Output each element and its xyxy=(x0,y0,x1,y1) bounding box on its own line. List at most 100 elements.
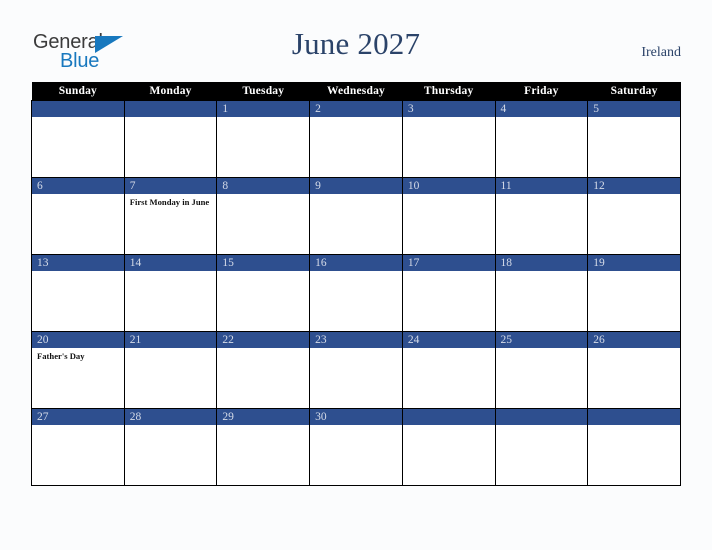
day-cell-inner: 19 xyxy=(588,255,680,331)
calendar-week-row: 6 7 First Monday in June 8 9 10 11 12 xyxy=(31,177,681,255)
day-cell-inner: 3 xyxy=(402,101,495,177)
day-cell-inner: 16 xyxy=(310,255,402,331)
calendar-day-cell[interactable]: 25 xyxy=(494,331,589,409)
calendar-day-cell[interactable]: 6 xyxy=(31,177,125,255)
day-cell-inner: 13 xyxy=(32,255,124,331)
day-number: 14 xyxy=(124,255,217,271)
day-number: 28 xyxy=(124,409,217,425)
weekday-header-wednesday: Wednesday xyxy=(309,82,403,101)
calendar-week-row: 13 14 15 16 17 18 19 xyxy=(31,254,681,332)
calendar-day-cell[interactable]: 30 xyxy=(309,408,403,486)
day-cell-inner: 2 xyxy=(310,101,402,177)
day-cell-inner: 5 xyxy=(588,101,680,177)
day-number: 21 xyxy=(124,332,217,348)
calendar-day-cell[interactable]: 16 xyxy=(309,254,403,332)
calendar-day-cell[interactable] xyxy=(494,408,589,486)
weekday-header-monday: Monday xyxy=(124,82,217,101)
calendar-day-cell[interactable] xyxy=(31,100,125,178)
calendar-day-cell[interactable]: 18 xyxy=(494,254,589,332)
calendar-day-cell[interactable]: 21 xyxy=(123,331,218,409)
day-number: 1 xyxy=(217,101,310,117)
calendar-day-cell[interactable]: 8 xyxy=(216,177,311,255)
calendar-day-cell[interactable]: 22 xyxy=(216,331,311,409)
day-number: 29 xyxy=(217,409,310,425)
day-cell-inner xyxy=(588,409,680,485)
calendar-day-cell[interactable]: 14 xyxy=(123,254,218,332)
day-cell-inner xyxy=(402,409,495,485)
weekday-header-thursday: Thursday xyxy=(402,82,496,101)
calendar-page: General Blue June 2027 Ireland Sunday Mo… xyxy=(0,0,712,550)
day-number: 3 xyxy=(402,101,495,117)
day-cell-inner xyxy=(495,409,588,485)
day-cell-inner: 25 xyxy=(495,332,588,408)
calendar-day-cell[interactable]: 4 xyxy=(494,100,589,178)
day-number: 30 xyxy=(310,409,402,425)
calendar-day-cell[interactable] xyxy=(587,408,681,486)
day-number: 7 xyxy=(124,178,217,194)
calendar-day-cell[interactable]: 26 xyxy=(587,331,681,409)
calendar-head: Sunday Monday Tuesday Wednesday Thursday… xyxy=(31,82,681,101)
day-cell-inner: 10 xyxy=(402,178,495,254)
day-cell-inner: 12 xyxy=(588,178,680,254)
calendar-day-cell[interactable]: 15 xyxy=(216,254,311,332)
calendar-day-cell[interactable]: 10 xyxy=(401,177,496,255)
calendar-day-cell[interactable]: 13 xyxy=(31,254,125,332)
day-cell-inner: 27 xyxy=(32,409,124,485)
day-event-label: Father's Day xyxy=(37,351,85,361)
day-cell-inner: 11 xyxy=(495,178,588,254)
day-number: 10 xyxy=(402,178,495,194)
day-number: 13 xyxy=(32,255,124,271)
day-number: 16 xyxy=(310,255,402,271)
calendar-day-cell[interactable]: 19 xyxy=(587,254,681,332)
day-cell-inner: 4 xyxy=(495,101,588,177)
calendar-day-cell[interactable]: 12 xyxy=(587,177,681,255)
day-cell-inner: 9 xyxy=(310,178,402,254)
day-cell-inner: 1 xyxy=(217,101,310,177)
calendar-day-cell[interactable]: 2 xyxy=(309,100,403,178)
day-number: 19 xyxy=(588,255,680,271)
calendar-day-cell[interactable] xyxy=(401,408,496,486)
day-cell-inner: 8 xyxy=(217,178,310,254)
day-number: 17 xyxy=(402,255,495,271)
calendar-day-cell[interactable]: 9 xyxy=(309,177,403,255)
day-cell-inner: 18 xyxy=(495,255,588,331)
calendar-day-cell[interactable]: 28 xyxy=(123,408,218,486)
day-number: 24 xyxy=(402,332,495,348)
calendar-day-cell[interactable]: 1 xyxy=(216,100,311,178)
page-title: June 2027 xyxy=(291,26,421,61)
day-cell-inner: 7 First Monday in June xyxy=(124,178,217,254)
day-number xyxy=(124,101,217,117)
calendar-day-cell[interactable]: 27 xyxy=(31,408,125,486)
day-number: 9 xyxy=(310,178,402,194)
day-events: Father's Day xyxy=(32,348,124,362)
day-number: 18 xyxy=(495,255,588,271)
calendar-day-cell[interactable] xyxy=(123,100,218,178)
weekday-header-row: Sunday Monday Tuesday Wednesday Thursday… xyxy=(31,82,681,101)
day-cell-inner: 30 xyxy=(310,409,402,485)
calendar-week-row: 20 Father's Day 21 22 23 24 25 26 xyxy=(31,331,681,409)
day-cell-inner xyxy=(32,101,124,177)
day-number xyxy=(495,409,588,425)
day-cell-inner: 24 xyxy=(402,332,495,408)
calendar-day-cell[interactable]: 23 xyxy=(309,331,403,409)
calendar-day-cell[interactable]: 29 xyxy=(216,408,311,486)
day-events: First Monday in June xyxy=(125,194,217,208)
calendar-day-cell[interactable]: 5 xyxy=(587,100,681,178)
day-number xyxy=(588,409,680,425)
day-number: 8 xyxy=(217,178,310,194)
day-number: 6 xyxy=(32,178,124,194)
calendar-day-cell[interactable]: 11 xyxy=(494,177,589,255)
day-number xyxy=(402,409,495,425)
day-number: 23 xyxy=(310,332,402,348)
day-event-label: First Monday in June xyxy=(129,197,210,207)
day-number: 12 xyxy=(588,178,680,194)
day-number xyxy=(32,101,124,117)
day-cell-inner: 21 xyxy=(124,332,217,408)
calendar-day-cell[interactable]: 17 xyxy=(401,254,496,332)
calendar-day-cell[interactable]: 20 Father's Day xyxy=(31,331,125,409)
region-label: Ireland xyxy=(641,45,681,60)
calendar-day-cell[interactable]: 24 xyxy=(401,331,496,409)
calendar-day-cell[interactable]: 3 xyxy=(401,100,496,178)
weekday-header-friday: Friday xyxy=(495,82,588,101)
calendar-day-cell[interactable]: 7 First Monday in June xyxy=(123,177,218,255)
